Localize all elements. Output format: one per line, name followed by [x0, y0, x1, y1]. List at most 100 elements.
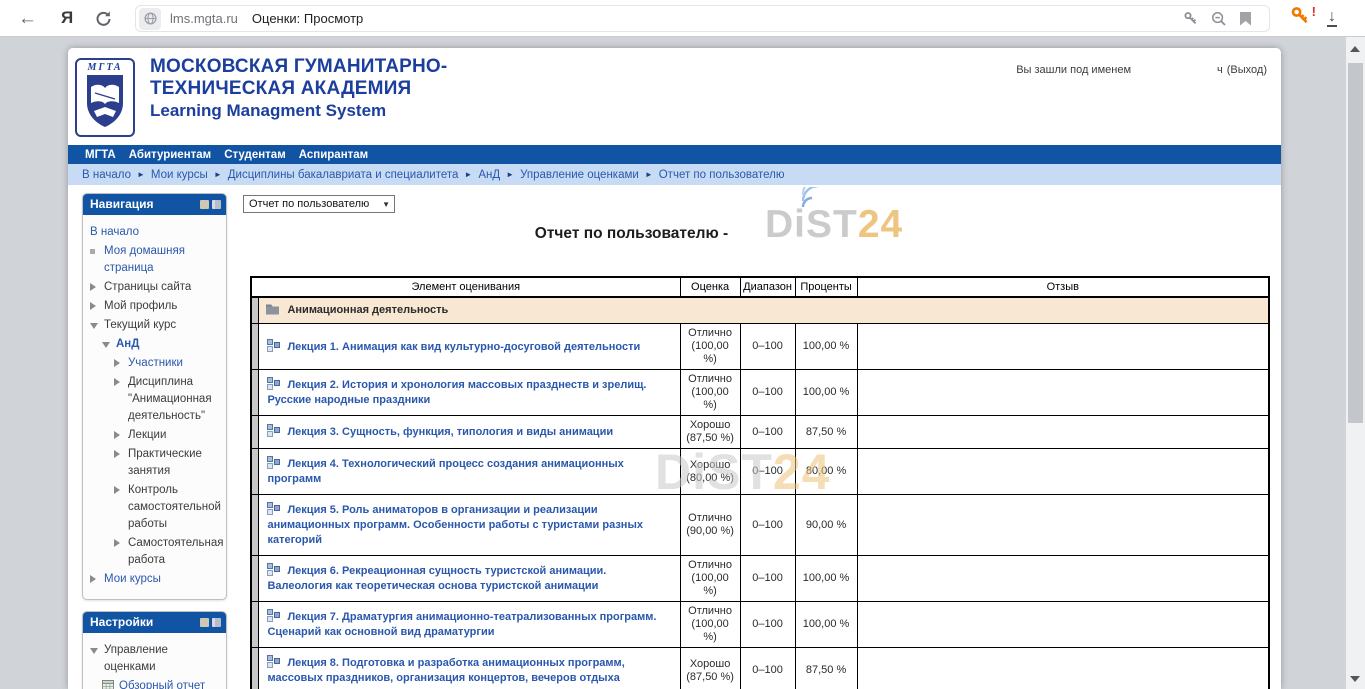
nav-item-label[interactable]: Страницы сайта	[104, 279, 222, 296]
title-line2: ТЕХНИЧЕСКАЯ АКАДЕМИЯ	[150, 78, 447, 100]
nav-item-label[interactable]: Контроль самостоятельной работы	[128, 482, 222, 533]
indent-cell	[251, 324, 259, 370]
hide-block-icon[interactable]	[200, 200, 209, 209]
expand-icon[interactable]	[114, 539, 120, 547]
password-key-icon[interactable]	[1183, 11, 1198, 26]
login-info: Вы зашли под именем ч (Выход)	[1016, 64, 1267, 76]
browser-toolbar: ← Я lms.mgta.ru Оценки: Просмотр ! ↓	[0, 0, 1365, 37]
login-name-redacted	[1131, 64, 1217, 76]
nav-item-label[interactable]: В начало	[90, 224, 222, 241]
nav-item-label[interactable]: Мои курсы	[104, 571, 222, 588]
grade-item-link[interactable]: Лекция 3. Сущность, функция, типология и…	[287, 426, 613, 438]
grade-item-link[interactable]: Лекция 2. История и хронология массовых …	[267, 379, 646, 406]
nav-item: Моя домашняя страница	[90, 243, 222, 277]
scroll-down-icon[interactable]	[1350, 676, 1360, 682]
breadcrumb-link[interactable]: Мои курсы	[151, 169, 208, 181]
nav-item-label[interactable]: Текущий курс	[104, 317, 222, 334]
grade-item-link[interactable]: Лекция 8. Подготовка и разработка анимац…	[267, 657, 624, 684]
login-prefix: Вы зашли под именем	[1016, 64, 1131, 76]
lesson-icon	[267, 563, 280, 579]
feedback-cell	[857, 495, 1269, 556]
navigation-block-header: Навигация	[83, 194, 226, 215]
back-icon[interactable]: ←	[18, 9, 37, 28]
expand-icon[interactable]	[90, 283, 96, 291]
nav-item-label[interactable]: Управление оценками	[104, 642, 222, 676]
url-text[interactable]: lms.mgta.ru	[170, 11, 238, 26]
nav-item-label[interactable]: Лекции	[128, 427, 222, 444]
yandex-logo-icon[interactable]: Я	[61, 8, 73, 28]
grade-item-link[interactable]: Лекция 1. Анимация как вид культурно-дос…	[287, 341, 640, 353]
collapse-icon[interactable]	[102, 342, 110, 348]
grade-text: Хорошо	[685, 419, 736, 432]
breadcrumb-link[interactable]: АнД	[478, 169, 500, 181]
nav-item-label[interactable]: Самостоятельная работа	[128, 535, 223, 569]
hide-block-icon[interactable]	[200, 618, 209, 627]
indent-cell	[251, 602, 259, 648]
crest-icon	[81, 73, 129, 131]
column-header: Диапазон	[740, 277, 795, 297]
nav-item-label[interactable]: Обзорный отчет	[119, 678, 222, 689]
zoom-page-icon[interactable]	[1211, 11, 1227, 27]
grade-percent-text: (87,50 %)	[685, 432, 736, 445]
scrollbar-thumb[interactable]	[1348, 63, 1363, 423]
table-row: Лекция 3. Сущность, функция, типология и…	[251, 416, 1269, 449]
expand-icon[interactable]	[114, 450, 120, 458]
password-alert-icon[interactable]: !	[1290, 6, 1310, 31]
download-icon[interactable]: ↓	[1327, 10, 1337, 27]
site-subtitle: Learning Managment System	[150, 100, 447, 122]
top-menu-item[interactable]: Абитуриентам	[129, 149, 211, 161]
range-cell: 0–100	[740, 556, 795, 602]
grade-item-link[interactable]: Лекция 5. Роль аниматоров в организации …	[267, 504, 643, 546]
grade-item-link[interactable]: Лекция 4. Технологический процесс создан…	[267, 458, 623, 485]
grade-percent-text: (100,00 %)	[685, 618, 736, 644]
expand-icon[interactable]	[90, 302, 96, 310]
top-menu-item[interactable]: МГТА	[85, 149, 116, 161]
expand-icon[interactable]	[114, 431, 120, 439]
top-menu-item[interactable]: Аспирантам	[299, 149, 368, 161]
breadcrumb-separator: ►	[464, 170, 472, 179]
dock-block-icon[interactable]	[212, 618, 221, 627]
vertical-scrollbar[interactable]	[1346, 37, 1365, 689]
percent-cell: 100,00 %	[795, 556, 857, 602]
bookmark-icon[interactable]	[1240, 12, 1251, 26]
expand-icon[interactable]	[114, 359, 120, 367]
page-title-text: Оценки: Просмотр	[252, 11, 1183, 26]
settings-block-body: Управление оценкамиОбзорный отчетОтчет п…	[83, 633, 226, 689]
nav-item-label[interactable]: Моя домашняя страница	[104, 243, 222, 277]
expand-icon[interactable]	[114, 486, 120, 494]
percent-cell: 80,00 %	[795, 449, 857, 495]
address-bar[interactable]: lms.mgta.ru Оценки: Просмотр	[135, 5, 1270, 32]
lesson-icon	[267, 377, 280, 393]
nav-item-label[interactable]: Мой профиль	[104, 298, 222, 315]
collapse-icon[interactable]	[90, 323, 98, 329]
breadcrumb-link[interactable]: В начало	[82, 169, 131, 181]
scroll-up-icon[interactable]	[1350, 46, 1360, 52]
grade-cell: Отлично(100,00 %)	[680, 556, 740, 602]
grade-item-link[interactable]: Лекция 6. Рекреационная сущность туристс…	[267, 565, 606, 592]
nav-item-label[interactable]: Участники	[128, 355, 222, 372]
range-cell: 0–100	[740, 416, 795, 449]
breadcrumb-link[interactable]: Дисциплины бакалавриата и специалитета	[228, 169, 459, 181]
nav-item-label[interactable]: Дисциплина "Анимационная деятельность"	[128, 374, 222, 425]
grade-item-link[interactable]: Лекция 7. Драматургия анимационно-театра…	[267, 611, 656, 638]
expand-icon[interactable]	[90, 575, 96, 583]
breadcrumb-link[interactable]: Отчет по пользователю	[659, 169, 785, 181]
collapse-icon[interactable]	[90, 648, 98, 654]
top-menu-item[interactable]: Студентам	[224, 149, 286, 161]
percent-cell: 100,00 %	[795, 602, 857, 648]
nav-item-label[interactable]: АнД	[116, 336, 222, 353]
nav-item: АнД	[90, 336, 222, 353]
nav-item-label[interactable]: Практические занятия	[128, 446, 222, 480]
category-name: Анимационная деятельность	[287, 304, 448, 316]
refresh-icon[interactable]	[95, 10, 112, 27]
logout-link[interactable]: (Выход)	[1227, 64, 1267, 76]
expand-icon[interactable]	[114, 378, 120, 386]
nav-item: В начало	[90, 224, 222, 241]
dock-block-icon[interactable]	[212, 200, 221, 209]
report-type-select[interactable]: Отчет по пользователю ▼	[243, 195, 395, 213]
grade-cell: Хорошо(87,50 %)	[680, 648, 740, 689]
breadcrumb-link[interactable]: Управление оценками	[520, 169, 639, 181]
column-header: Проценты	[795, 277, 857, 297]
grade-cell: Отлично(90,00 %)	[680, 495, 740, 556]
lesson-icon	[267, 609, 280, 625]
